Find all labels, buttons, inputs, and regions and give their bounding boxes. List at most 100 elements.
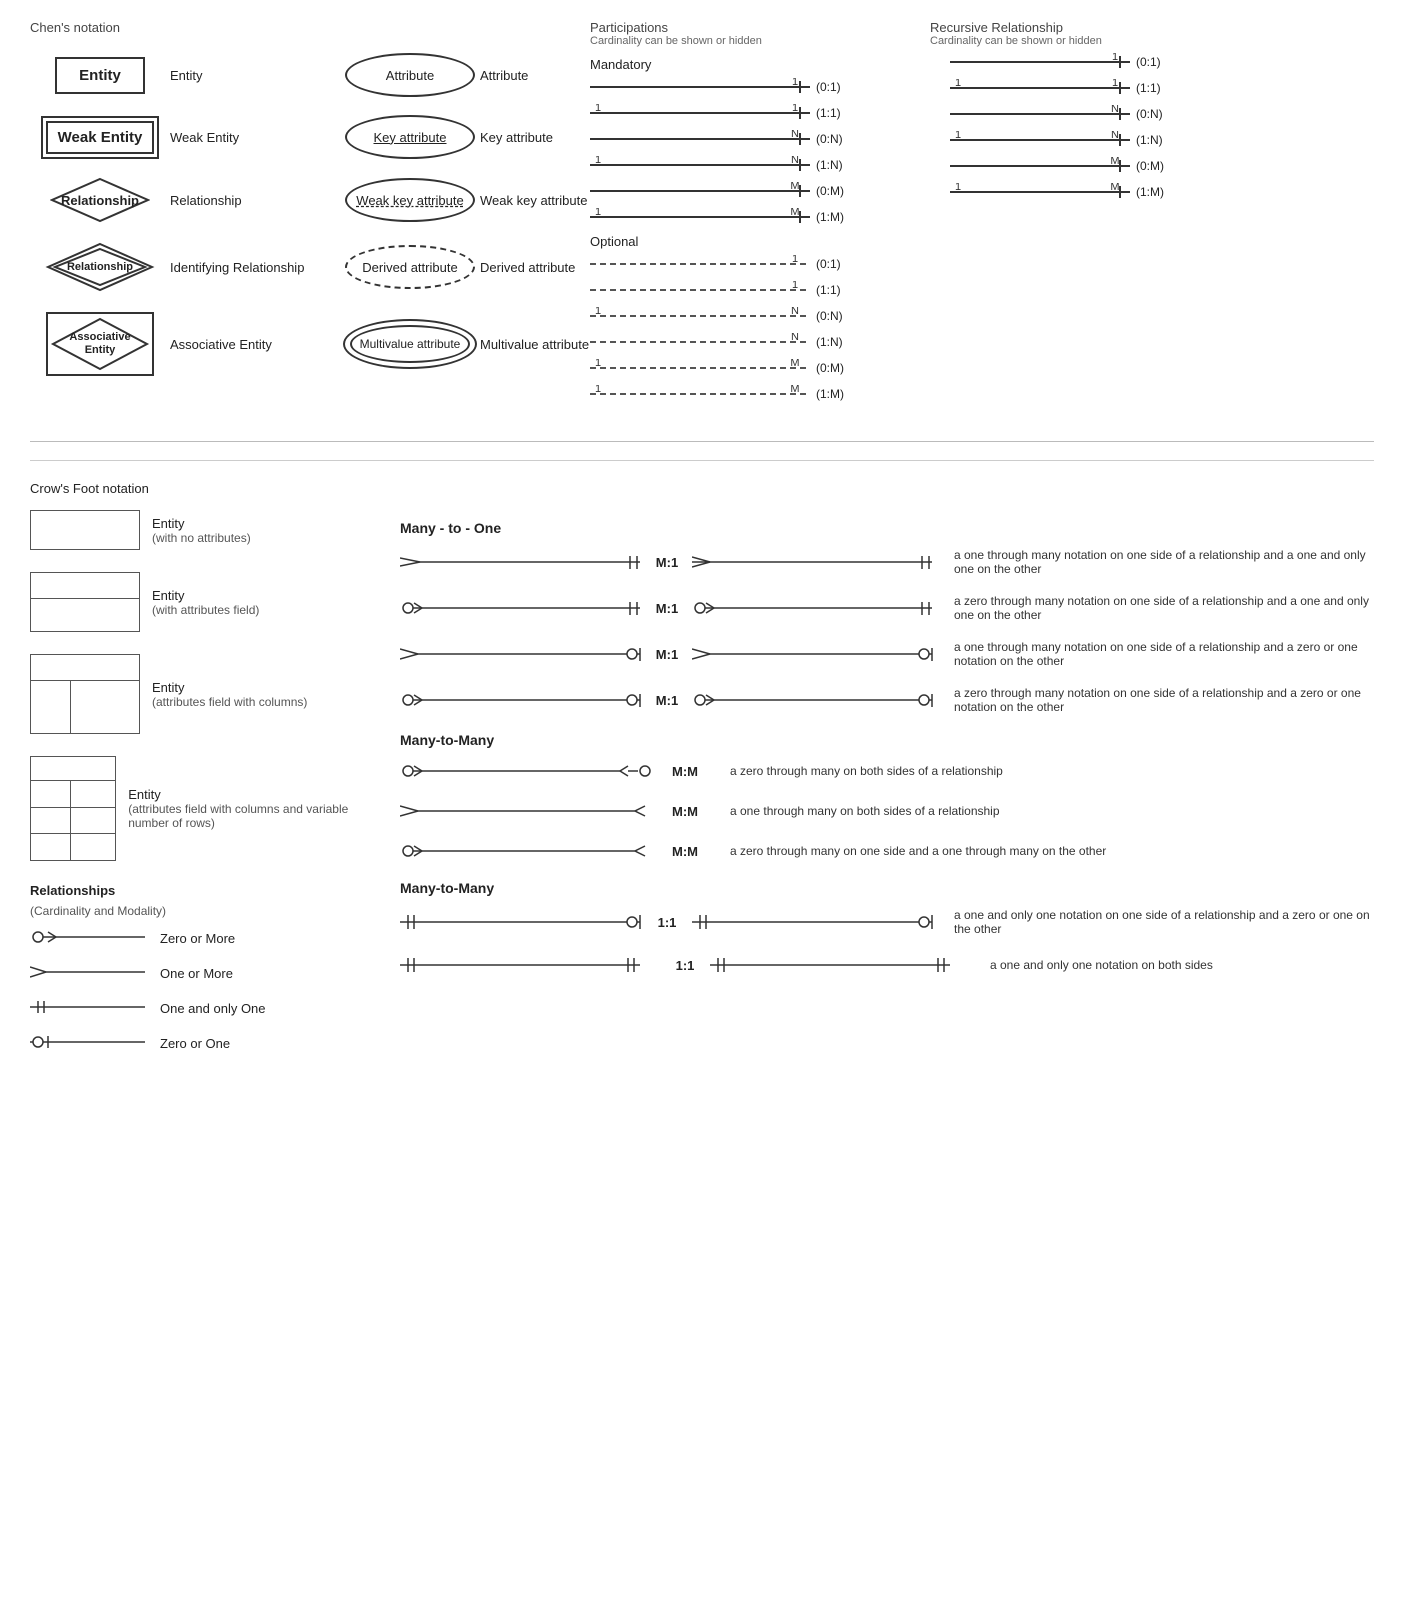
svg-text:1: 1 xyxy=(955,131,961,141)
cf-m1-desc4: a zero through many notation on one side… xyxy=(954,686,1374,714)
cf-m1-row4: M:1 a zero through many notation on one … xyxy=(400,686,1374,714)
chen-left: Entity Entity Attribute Attribute Weak E… xyxy=(30,53,570,411)
participations-header: Participations Cardinality can be shown … xyxy=(590,20,930,47)
p-card-01-opt: (0:1) xyxy=(816,257,841,271)
p-row-0n-mand: N (0:N) xyxy=(590,130,930,148)
top-headers: Chen's notation Participations Cardinali… xyxy=(30,20,1374,47)
crows-right: Many - to - One M:1 xyxy=(370,510,1374,1068)
chen-row-identifying: Relationship Identifying Relationship De… xyxy=(30,241,570,293)
r-card-11: (1:1) xyxy=(1136,81,1161,95)
page: Chen's notation Participations Cardinali… xyxy=(0,0,1404,1088)
p-row-1m-opt: 1 M (1:M) xyxy=(590,385,930,403)
p-card-1m-mand: (1:M) xyxy=(816,210,844,224)
multivalue-ellipse-outer: Multivalue attribute xyxy=(343,319,477,369)
cf-mm-label1: M:M xyxy=(660,764,710,779)
many-to-many-title: Many-to-Many xyxy=(400,732,1374,748)
cf-m1-line4 xyxy=(400,689,642,711)
cf-11-line1b xyxy=(692,911,934,933)
p-row-1n-mand: 1 N (1:N) xyxy=(590,156,930,174)
cf-mm-desc2: a one through many on both sides of a re… xyxy=(730,804,1000,818)
p-line-1m-opt: 1 M xyxy=(590,385,810,403)
p-card-11-mand: (1:1) xyxy=(816,106,841,120)
cf-mm-row2: M:M a one through many on both sides of … xyxy=(400,800,1374,822)
identifying-symbol: Relationship xyxy=(30,241,170,293)
cf-m1-label3: M:1 xyxy=(642,647,692,662)
relationship-row-label: Relationship xyxy=(170,193,340,208)
r-row-0n: N (0:N) xyxy=(950,105,1210,123)
cf-entity-box-simple xyxy=(30,510,140,550)
one-or-more-desc: One or More xyxy=(160,966,233,981)
p-line-11-opt: 1 xyxy=(590,281,810,299)
p-card-11-opt: (1:1) xyxy=(816,283,841,297)
p-card-0m-mand: (0:M) xyxy=(816,184,844,198)
divider xyxy=(30,441,1374,442)
p-line-1n-opt: N xyxy=(590,333,810,351)
identifying-row-label: Identifying Relationship xyxy=(170,260,340,275)
crows-layout: Entity (with no attributes) Entity (with… xyxy=(30,510,1374,1068)
svg-text:N: N xyxy=(791,333,799,343)
recursive-header: Recursive Relationship Cardinality can b… xyxy=(930,20,1374,47)
svg-text:N: N xyxy=(791,156,799,166)
svg-text:1: 1 xyxy=(792,281,798,291)
cf-entity-label-simple: Entity (with no attributes) xyxy=(152,516,251,545)
rel-legend-sub: (Cardinality and Modality) xyxy=(30,904,370,918)
cf-m1-line3b xyxy=(692,643,934,665)
associative-row-label: Associative Entity xyxy=(170,337,340,352)
weak-key-symbol: Weak key attribute xyxy=(340,178,480,222)
cf-11-line1 xyxy=(400,911,642,933)
key-attribute-ellipse: Key attribute xyxy=(345,115,475,159)
one-or-more-sym xyxy=(30,963,150,984)
multivalue-symbol: Multivalue attribute xyxy=(340,319,480,369)
cf-m1-label2: M:1 xyxy=(642,601,692,616)
cf-mm-line2 xyxy=(400,800,660,822)
participations-col: Mandatory 1 (0:1) xyxy=(590,53,930,411)
svg-text:1: 1 xyxy=(955,79,961,89)
mandatory-title: Mandatory xyxy=(590,57,930,72)
r-line-0n: N xyxy=(950,105,1130,123)
p-line-01-opt: 1 xyxy=(590,255,810,273)
cf-11-desc1: a one and only one notation on one side … xyxy=(954,908,1374,936)
p-line-0m-opt: 1 M xyxy=(590,359,810,377)
cf-entity-box-col xyxy=(30,654,140,734)
cf-mm-label3: M:M xyxy=(660,844,710,859)
r-line-0m: M xyxy=(950,157,1130,175)
r-row-11: 1 1 (1:1) xyxy=(950,79,1210,97)
chen-row-associative: AssociativeEntity Associative Entity Mul… xyxy=(30,311,570,377)
r-card-1m: (1:M) xyxy=(1136,185,1164,199)
p-line-0n-opt: 1 N xyxy=(590,307,810,325)
one-and-only-one-svg xyxy=(30,998,150,1016)
relationship-symbol: Relationship xyxy=(30,177,170,223)
cf-11-desc2: a one and only one notation on both side… xyxy=(990,958,1213,972)
one-and-only-one-desc: One and only One xyxy=(160,1001,266,1016)
cf-entity-rows: Entity (attributes field with columns an… xyxy=(30,756,370,861)
zero-or-more-desc: Zero or More xyxy=(160,931,235,946)
cf-entity-label-attr: Entity (with attributes field) xyxy=(152,588,259,617)
p-row-11-mand: 1 1 (1:1) xyxy=(590,104,930,122)
svg-text:N: N xyxy=(1111,131,1119,141)
crows-section: Crow's Foot notation Entity (with no att… xyxy=(30,460,1374,1068)
svg-text:1: 1 xyxy=(595,156,601,166)
chen-row-weak-entity: Weak Entity Weak Entity Key attribute Ke… xyxy=(30,115,570,159)
cf-mm-desc1: a zero through many on both sides of a r… xyxy=(730,764,1003,778)
cf-m1-line1b xyxy=(692,551,934,573)
r-card-0n: (0:N) xyxy=(1136,107,1163,121)
r-line-01: 1 xyxy=(950,53,1130,71)
one-or-more-svg xyxy=(30,963,150,981)
entity-row-label: Entity xyxy=(170,68,340,83)
cf-mm-row1: M:M a zero through many on both sides of… xyxy=(400,760,1374,782)
p-line-1n-mand: 1 N xyxy=(590,156,810,174)
legend-zero-or-more: Zero or More xyxy=(30,928,370,949)
chen-section: Entity Entity Attribute Attribute Weak E… xyxy=(30,53,1374,411)
svg-text:N: N xyxy=(791,130,799,140)
weak-entity-box: Weak Entity xyxy=(41,116,160,159)
p-row-01-opt: 1 (0:1) xyxy=(590,255,930,273)
cf-m1-line2 xyxy=(400,597,642,619)
svg-text:M: M xyxy=(790,182,799,192)
weak-key-ellipse: Weak key attribute xyxy=(345,178,475,222)
cf-m1-desc3: a one through many notation on one side … xyxy=(954,640,1374,668)
r-line-1n: 1 N xyxy=(950,131,1130,149)
p-row-01-mand: 1 (0:1) xyxy=(590,78,930,96)
r-card-0m: (0:M) xyxy=(1136,159,1164,173)
key-attribute-symbol: Key attribute xyxy=(340,115,480,159)
zero-or-one-svg xyxy=(30,1033,150,1051)
